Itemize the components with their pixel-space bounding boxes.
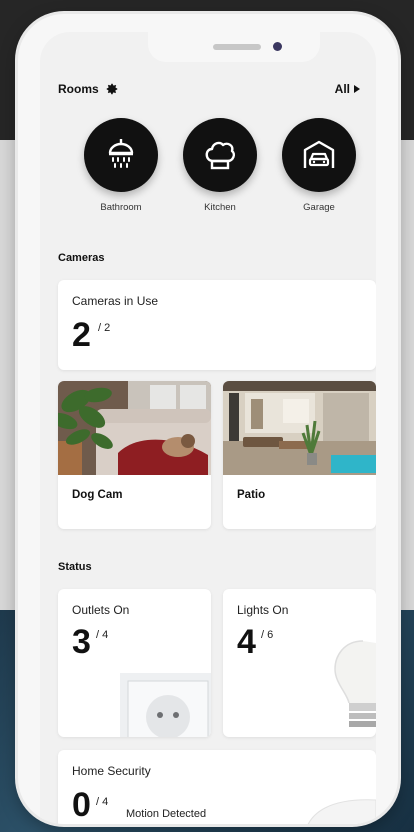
sensor-device-icon xyxy=(307,799,376,824)
room-circle xyxy=(84,118,158,192)
camera-card-dog-cam[interactable]: Dog Cam xyxy=(58,381,211,529)
speaker xyxy=(213,44,261,50)
cameras-in-use-value: 2 xyxy=(72,316,91,354)
room-circle xyxy=(183,118,257,192)
cameras-section-title: Cameras xyxy=(58,252,105,264)
home-security-label: Home Security xyxy=(72,764,151,778)
rooms-header: Rooms xyxy=(58,82,119,96)
room-garage[interactable]: Garage xyxy=(278,118,360,213)
rooms-row: Bathroom Kitchen Garage xyxy=(80,118,360,213)
camera-title: Patio xyxy=(237,489,266,501)
rooms-title: Rooms xyxy=(58,82,99,96)
notch xyxy=(148,32,320,62)
cameras-in-use-label: Cameras in Use xyxy=(72,294,159,308)
cameras-in-use-card[interactable]: Cameras in Use 2 / 2 xyxy=(58,280,376,370)
outlets-total: / 4 xyxy=(96,629,109,641)
patio-cam-image xyxy=(223,381,376,475)
phone-frame: Rooms All Bathroom Kitchen Garage Camera… xyxy=(18,14,398,824)
room-bathroom[interactable]: Bathroom xyxy=(80,118,162,213)
front-camera xyxy=(273,42,282,51)
chef-hat-icon xyxy=(205,141,236,170)
motion-detected-label: Motion Detected xyxy=(126,808,207,820)
outlets-value: 3 xyxy=(72,623,91,661)
camera-card-patio[interactable]: Patio xyxy=(223,381,376,529)
room-kitchen[interactable]: Kitchen xyxy=(179,118,261,213)
app-screen: Rooms All Bathroom Kitchen Garage Camera… xyxy=(40,32,376,824)
lights-value: 4 xyxy=(237,623,256,661)
outlets-card[interactable]: Outlets On 3 / 4 xyxy=(58,589,211,737)
room-label: Bathroom xyxy=(100,202,142,213)
all-label: All xyxy=(334,82,350,96)
outlet-icon xyxy=(120,673,211,737)
room-label: Kitchen xyxy=(204,202,236,213)
lights-label: Lights On xyxy=(237,603,289,617)
light-bulb-icon xyxy=(334,640,376,727)
home-security-total: / 4 xyxy=(96,796,109,808)
room-label: Garage xyxy=(303,202,335,213)
outlets-label: Outlets On xyxy=(72,603,130,617)
gear-icon[interactable] xyxy=(105,82,119,96)
lights-total: / 6 xyxy=(261,629,274,641)
lights-card[interactable]: Lights On 4 / 6 xyxy=(223,589,376,737)
shower-icon xyxy=(108,139,134,168)
garage-car-icon xyxy=(303,140,335,168)
dog-cam-image xyxy=(58,381,211,475)
status-section-title: Status xyxy=(58,561,92,573)
home-security-value: 0 xyxy=(72,786,91,824)
room-circle xyxy=(282,118,356,192)
all-rooms-link[interactable]: All xyxy=(335,82,360,96)
cameras-in-use-total: / 2 xyxy=(98,322,111,334)
camera-title: Dog Cam xyxy=(72,489,123,501)
home-security-card[interactable]: Home Security 0 / 4 Motion Detected xyxy=(58,750,376,824)
play-arrow-icon xyxy=(354,85,360,93)
